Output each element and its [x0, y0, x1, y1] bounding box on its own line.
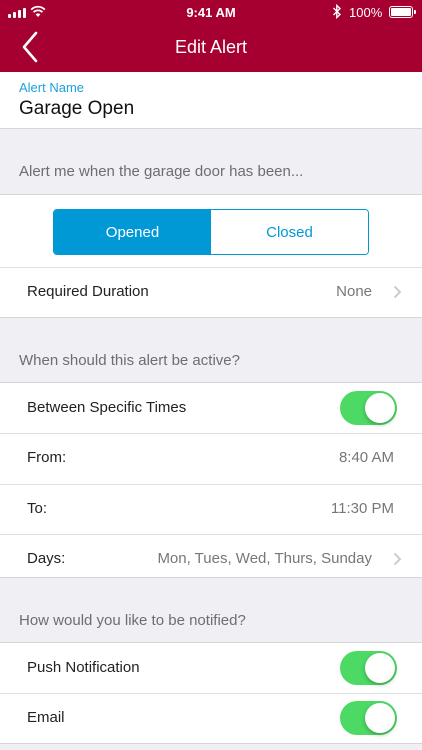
trigger-card: Opened Closed Required Duration None: [0, 194, 422, 318]
between-times-label: Between Specific Times: [27, 399, 187, 416]
from-value: 8:40 AM: [338, 449, 394, 466]
push-notification-toggle[interactable]: [340, 651, 397, 685]
to-label: To:: [27, 500, 48, 517]
schedule-card: Between Specific Times From: 8:40 AM To:…: [0, 382, 422, 578]
notify-card: Push Notification Email: [0, 642, 422, 744]
notify-section-header: How would you like to be notified?: [19, 612, 246, 629]
chevron-right-icon: [393, 285, 402, 299]
schedule-section-header: When should this alert be active?: [19, 352, 240, 369]
chevron-right-icon: [393, 552, 402, 566]
between-times-toggle[interactable]: [340, 391, 397, 425]
door-state-segmented-control: Opened Closed: [53, 209, 369, 255]
days-label: Days:: [27, 550, 66, 567]
status-bar: 9:41 AM 100%: [0, 0, 422, 24]
segment-closed[interactable]: Closed: [211, 210, 368, 254]
email-label: Email: [27, 709, 65, 726]
from-row[interactable]: From: 8:40 AM: [0, 433, 422, 483]
required-duration-value: None: [336, 283, 372, 300]
battery-percent: 100%: [349, 5, 383, 20]
bluetooth-icon: [333, 4, 342, 19]
nav-bar: Edit Alert: [0, 24, 422, 72]
battery-icon: [389, 6, 416, 18]
required-duration-row[interactable]: Required Duration None: [0, 267, 422, 317]
days-value: Mon, Tues, Wed, Thurs, Sunday: [157, 550, 372, 567]
push-notification-label: Push Notification: [27, 659, 140, 676]
required-duration-label: Required Duration: [27, 283, 149, 300]
page-title: Edit Alert: [174, 37, 248, 57]
alert-name-label: Alert Name: [19, 80, 85, 95]
email-toggle[interactable]: [340, 701, 397, 735]
from-label: From:: [27, 449, 67, 466]
alert-name-block: Alert Name Garage Open: [0, 72, 422, 129]
trigger-section-header: Alert me when the garage door has been..…: [19, 163, 304, 180]
segment-opened[interactable]: Opened: [54, 210, 211, 254]
to-row[interactable]: To: 11:30 PM: [0, 484, 422, 534]
alert-name-field[interactable]: Garage Open: [19, 98, 399, 120]
email-row: Email: [0, 693, 422, 743]
days-row[interactable]: Days: Mon, Tues, Wed, Thurs, Sunday: [0, 534, 422, 584]
between-times-row: Between Specific Times: [0, 383, 422, 433]
push-notification-row: Push Notification: [0, 643, 422, 693]
to-value: 11:30 PM: [330, 500, 394, 517]
